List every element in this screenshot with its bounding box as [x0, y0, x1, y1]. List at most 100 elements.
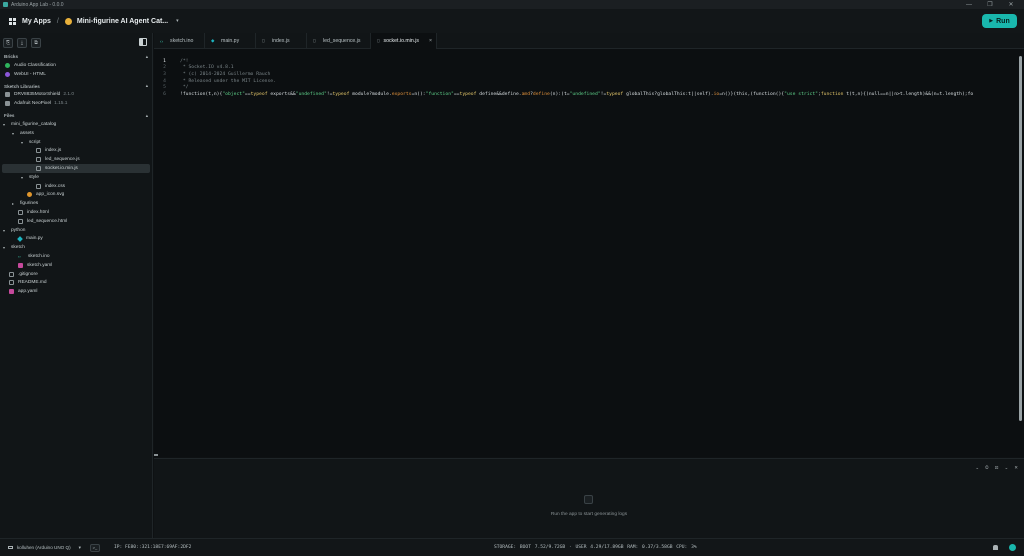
tree-folder[interactable]: ▸ figurines: [0, 199, 152, 208]
code-token: t(t,n){(null==n||n>t.length)&&(n=t.lengt…: [843, 91, 974, 97]
vertical-scrollbar[interactable]: [1019, 56, 1022, 421]
tree-folder[interactable]: ▾ sketch: [0, 243, 152, 252]
code-line: 2 * Socket.IO v4.8.1: [154, 65, 1024, 72]
code-token: /*!: [180, 58, 189, 64]
tree-item-label: index.css: [45, 183, 65, 189]
tab-sketch-ino[interactable]: ‹› sketch.ino: [154, 33, 205, 49]
tree-file[interactable]: index.js: [0, 147, 152, 156]
app-menu-chevron-icon[interactable]: ▾: [176, 18, 179, 24]
tree-folder[interactable]: ▾ mini_figurine_catalog: [0, 120, 152, 129]
file-file-icon: [9, 271, 14, 277]
timer-icon[interactable]: ⏲: [985, 465, 989, 471]
code-token: typeof: [332, 91, 350, 97]
webui-brick-icon: [5, 71, 10, 77]
tree-file[interactable]: led_sequence.html: [0, 217, 152, 226]
tree-file[interactable]: index.css: [0, 182, 152, 191]
collapse-caret-icon[interactable]: ▴: [146, 83, 148, 89]
horizontal-scrollbar[interactable]: [154, 454, 158, 456]
caret-down-icon[interactable]: ▾: [3, 245, 11, 250]
code-line: 1 /*!: [154, 58, 1024, 65]
tree-folder[interactable]: ▾ script: [0, 138, 152, 147]
breadcrumb-separator: /: [56, 17, 59, 25]
tree-folder[interactable]: ▾ python: [0, 226, 152, 235]
code-editor: ‹› sketch.ino ◆ main.py ▯ index.js ▯ led_sequen…: [154, 33, 1024, 457]
duplicate-icon[interactable]: ⧉: [31, 37, 41, 48]
tree-folder[interactable]: ▾ assets: [0, 129, 152, 138]
library-item[interactable]: DRV8835MotorShield 2.1.0: [0, 91, 152, 100]
collapse-caret-icon[interactable]: ▴: [146, 54, 148, 60]
libraries-section-header[interactable]: Sketch Libraries ▴: [0, 82, 152, 91]
sidebar-toolbar: ⎘ ⤓ ⧉: [0, 33, 152, 52]
tab-main-py[interactable]: ◆ main.py: [205, 33, 256, 49]
caret-right-icon[interactable]: ▸: [12, 201, 20, 206]
bell-icon[interactable]: [993, 545, 998, 550]
copy-icon[interactable]: ⎘: [3, 37, 13, 48]
tree-folder[interactable]: ▾ style: [0, 173, 152, 182]
tree-file[interactable]: app_icon.svg: [0, 191, 152, 200]
logs-empty-icon: [584, 495, 593, 504]
run-button[interactable]: ▶ Run: [982, 14, 1017, 28]
tree-file[interactable]: index.html: [0, 208, 152, 217]
terminal-icon[interactable]: >_: [89, 543, 100, 552]
brick-item[interactable]: Audio Classification: [0, 61, 152, 70]
apps-grid-icon[interactable]: [9, 17, 16, 25]
run-button-label: Run: [996, 17, 1010, 25]
tree-file[interactable]: app.yaml: [0, 287, 152, 296]
tree-item-label: .gitignore: [18, 271, 38, 277]
tree-item-label: led_sequence.js: [45, 157, 80, 163]
bricks-section-header[interactable]: Bricks ▴: [0, 52, 152, 61]
file-file-icon: [36, 166, 41, 172]
toggle-sidebar-icon[interactable]: [139, 38, 147, 46]
tree-file[interactable]: sketch.yaml: [0, 261, 152, 270]
tree-item-label: socket.io.min.js: [45, 166, 78, 172]
caret-down-icon[interactable]: ▾: [12, 131, 20, 136]
tree-file[interactable]: main.py: [0, 235, 152, 244]
split-icon[interactable]: ⊡: [995, 465, 999, 471]
tab-socket-io-min-js[interactable]: ▯ socket.io.min.js ×: [371, 33, 437, 49]
close-tab-icon[interactable]: ×: [429, 38, 432, 44]
code-token: =n()}(this,(function(){: [719, 91, 785, 97]
brick-item[interactable]: WebUI - HTML: [0, 70, 152, 79]
board-selector[interactable]: kolluhen (Arduino UNO Q) ▾: [8, 545, 81, 551]
code-token: * Socket.IO v4.8.1: [180, 65, 234, 71]
file-file-icon: [36, 148, 41, 154]
avatar[interactable]: [1009, 544, 1016, 551]
tree-file[interactable]: led_sequence.js: [0, 155, 152, 164]
code-token: "undefined": [295, 91, 327, 97]
caret-down-icon[interactable]: ▾: [3, 122, 11, 127]
code-token: amd: [521, 91, 531, 97]
tree-file[interactable]: ‹› sketch.ino: [0, 252, 152, 261]
close-window-icon[interactable]: ✕: [1001, 0, 1021, 9]
tree-item-label: mini_figurine_catalog: [11, 122, 57, 128]
app-name[interactable]: Mini-figurine AI Agent Cat...: [77, 18, 168, 25]
tree-item-label: app_icon.svg: [36, 192, 65, 198]
tree-file[interactable]: socket.io.min.js: [2, 164, 150, 173]
tab-index-js[interactable]: ▯ index.js: [256, 33, 307, 49]
chevron-down-icon: ▾: [78, 544, 81, 550]
filter-icon[interactable]: ⌄: [975, 465, 979, 471]
yaml-file-icon: [9, 289, 14, 295]
collapse-caret-icon[interactable]: ▴: [146, 113, 148, 119]
download-icon[interactable]: ⤓: [17, 37, 27, 48]
maximize-icon[interactable]: ❐: [980, 0, 1000, 9]
tree-file[interactable]: .gitignore: [0, 270, 152, 279]
library-item[interactable]: Adafruit NeoPixel 1.15.1: [0, 99, 152, 108]
app-logo-icon: [3, 2, 8, 7]
status-bar: kolluhen (Arduino UNO Q) ▾ >_ IP: FE80::…: [0, 538, 1024, 556]
files-section-header[interactable]: Files ▴: [0, 111, 152, 120]
tree-file[interactable]: README.md: [0, 279, 152, 288]
chevron-down-icon[interactable]: ⌄: [1004, 465, 1008, 471]
tab-label: main.py: [221, 38, 240, 44]
minimize-icon[interactable]: —: [959, 0, 979, 9]
code-token: define: [532, 91, 550, 97]
close-panel-icon[interactable]: ✕: [1014, 465, 1018, 471]
file-file-icon: [18, 218, 23, 224]
tab-led-sequence-js[interactable]: ▯ led_sequence.js: [307, 33, 371, 49]
my-apps-link[interactable]: My Apps: [22, 18, 51, 25]
caret-down-icon[interactable]: ▾: [21, 175, 29, 180]
file-type-icon: ◆: [211, 38, 215, 43]
file-file-icon: [36, 183, 41, 189]
code-area[interactable]: 1/*! 2 * Socket.IO v4.8.1 3 * (c) 2014-202…: [154, 49, 1024, 98]
caret-down-icon[interactable]: ▾: [3, 228, 11, 233]
caret-down-icon[interactable]: ▾: [21, 140, 29, 145]
